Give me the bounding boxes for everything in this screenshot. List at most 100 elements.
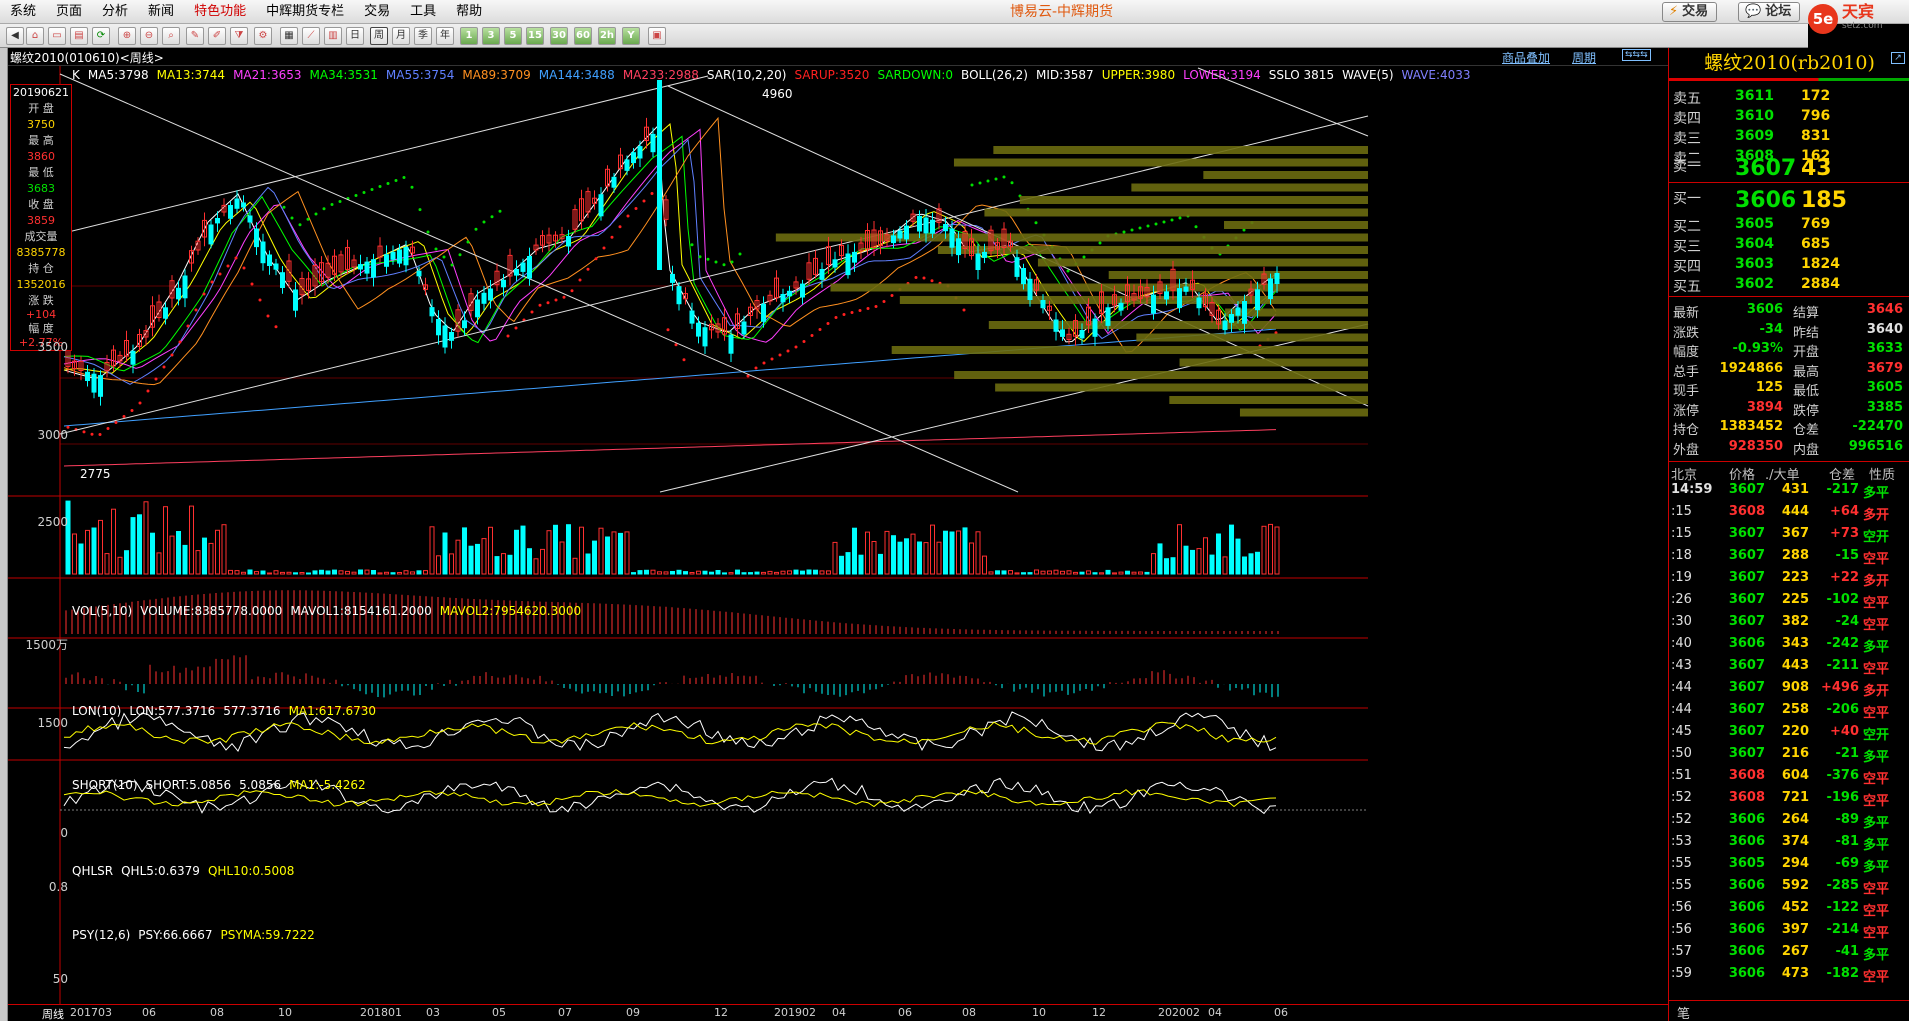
sar-dot — [250, 282, 254, 286]
menu-tools[interactable]: 工具 — [400, 0, 446, 24]
ask-row[interactable]: 卖五 3611 172 — [1669, 88, 1909, 108]
brush-icon[interactable]: ✐ — [208, 27, 226, 45]
period-2h-button[interactable]: 2h — [598, 27, 616, 45]
ask-row[interactable]: 卖一 3607 43 — [1669, 156, 1909, 181]
volume-bar — [111, 508, 116, 575]
stat-row: 最新 3606 结算 3646 — [1669, 302, 1909, 321]
menu-news[interactable]: 新闻 — [138, 0, 184, 24]
bid-row[interactable]: 买二 3605 769 — [1669, 216, 1909, 236]
forum-button[interactable]: 💬 论坛 — [1738, 2, 1801, 22]
volume-bar — [416, 570, 422, 575]
quarter-period-icon[interactable]: 季 — [414, 27, 432, 45]
stat-label: 最低 — [1793, 384, 1820, 399]
year-period-icon[interactable]: 年 — [436, 27, 454, 45]
ask-price: 3611 — [1735, 88, 1774, 104]
tick-price: 3607 — [1728, 614, 1765, 629]
info-open: 3750 — [27, 118, 55, 131]
bid-row[interactable]: 买一 3606 185 — [1669, 188, 1909, 213]
zoom-out-icon[interactable]: ⊖ — [140, 27, 158, 45]
sar-dot — [442, 255, 446, 259]
ask-row[interactable]: 卖四 3610 796 — [1669, 108, 1909, 128]
home-icon[interactable]: ⌂ — [26, 27, 44, 45]
volume-bar — [481, 538, 487, 575]
period-y-button[interactable]: Y — [622, 27, 640, 45]
calculator-icon[interactable]: ▣ — [648, 27, 666, 45]
sar-dot — [218, 272, 222, 276]
volume-bar — [202, 537, 207, 575]
line-chart-icon[interactable]: ⟋ — [302, 27, 320, 45]
tick-volume: 397 — [1781, 922, 1809, 937]
qhlsr-indicator-item: QHL10:0.5008 — [207, 864, 295, 878]
tick-price: 3607 — [1728, 680, 1765, 695]
sar-dot — [642, 199, 646, 203]
overlay-link[interactable]: 商品叠加 — [1502, 49, 1550, 66]
volume-bar — [930, 524, 935, 575]
period-30-button[interactable]: 30 — [550, 27, 568, 45]
ticks-header-diff: 仓差 — [1829, 468, 1856, 483]
volume-bar — [1209, 554, 1215, 575]
pen-icon[interactable]: ✎ — [186, 27, 204, 45]
brand-logo-mark: 5e — [1808, 4, 1838, 34]
bid-row[interactable]: 买三 3604 685 — [1669, 236, 1909, 256]
filter-icon[interactable]: ⧩ — [230, 27, 248, 45]
candle-body — [637, 146, 643, 159]
candle-body — [1040, 300, 1046, 309]
kline-icon[interactable]: ▥ — [324, 27, 342, 45]
menu-trade[interactable]: 交易 — [354, 0, 400, 24]
sar-dot — [178, 340, 182, 344]
layout-icon[interactable]: ⇆⇆⇆ — [1622, 49, 1651, 61]
trade-button[interactable]: ⚡ 交易 — [1662, 2, 1718, 22]
menu-features[interactable]: 特色功能 — [184, 0, 256, 24]
window-icon[interactable]: ▭ — [48, 27, 66, 45]
menu-analysis[interactable]: 分析 — [92, 0, 138, 24]
tick-nature: 空开 — [1863, 728, 1890, 743]
tick-nature: 空平 — [1863, 772, 1890, 787]
menu-help[interactable]: 帮助 — [446, 0, 492, 24]
search-icon[interactable]: ⌕ — [162, 27, 180, 45]
tick-price: 3608 — [1728, 504, 1765, 519]
high-price-mark: 4960 — [762, 87, 793, 101]
menu-system[interactable]: 系统 — [0, 0, 46, 24]
sar-dot — [570, 289, 574, 293]
zoom-in-icon[interactable]: ⊕ — [118, 27, 136, 45]
sar-dot — [226, 264, 230, 268]
tick-time: :56 — [1671, 922, 1692, 937]
candle-body — [832, 259, 838, 268]
main-indicator-item: MA233:2988 — [622, 68, 699, 82]
day-period-icon[interactable]: 日 — [346, 27, 364, 45]
volume-bar — [364, 569, 370, 575]
sar-dot — [890, 294, 894, 297]
menu-page[interactable]: 页面 — [46, 0, 92, 24]
volume-bar — [1099, 572, 1104, 575]
period-1-button[interactable]: 1 — [460, 27, 478, 45]
week-period-icon[interactable]: 周 — [370, 27, 388, 45]
candle-body — [1274, 273, 1280, 284]
period-link[interactable]: 周期 — [1572, 49, 1596, 66]
date-tick: 06 — [898, 1006, 912, 1019]
refresh-icon[interactable]: ⟳ — [92, 27, 110, 45]
tick-tab[interactable]: 笔 — [1677, 1003, 1690, 1021]
sar-dot — [578, 278, 582, 282]
tick-price: 3606 — [1728, 944, 1765, 959]
volume-bar — [1222, 556, 1228, 575]
folder-icon[interactable]: ▤ — [70, 27, 88, 45]
period-3-button[interactable]: 3 — [482, 27, 500, 45]
volume-bar — [709, 571, 714, 575]
popout-icon[interactable]: ↗ — [1891, 52, 1905, 64]
tick-row: :51 3608 604 -376 空平 — [1669, 768, 1909, 790]
period-15-button[interactable]: 15 — [526, 27, 544, 45]
settings-icon[interactable]: ⚙ — [254, 27, 272, 45]
period-5-button[interactable]: 5 — [504, 27, 522, 45]
ask-row[interactable]: 卖三 3609 831 — [1669, 128, 1909, 148]
period-60-button[interactable]: 60 — [574, 27, 592, 45]
bid-row[interactable]: 买四 3603 1824 — [1669, 256, 1909, 276]
left-side-tabs[interactable] — [0, 48, 8, 1021]
table-icon[interactable]: ▦ — [280, 27, 298, 45]
menu-broker-column[interactable]: 中辉期货专栏 — [256, 0, 354, 24]
sar-dot — [546, 301, 550, 305]
bid-row[interactable]: 买五 3602 2884 — [1669, 276, 1909, 296]
sar-dot — [290, 216, 294, 220]
volume-bar — [650, 569, 656, 575]
back-icon[interactable]: ◀ — [6, 27, 24, 45]
month-period-icon[interactable]: 月 — [392, 27, 410, 45]
